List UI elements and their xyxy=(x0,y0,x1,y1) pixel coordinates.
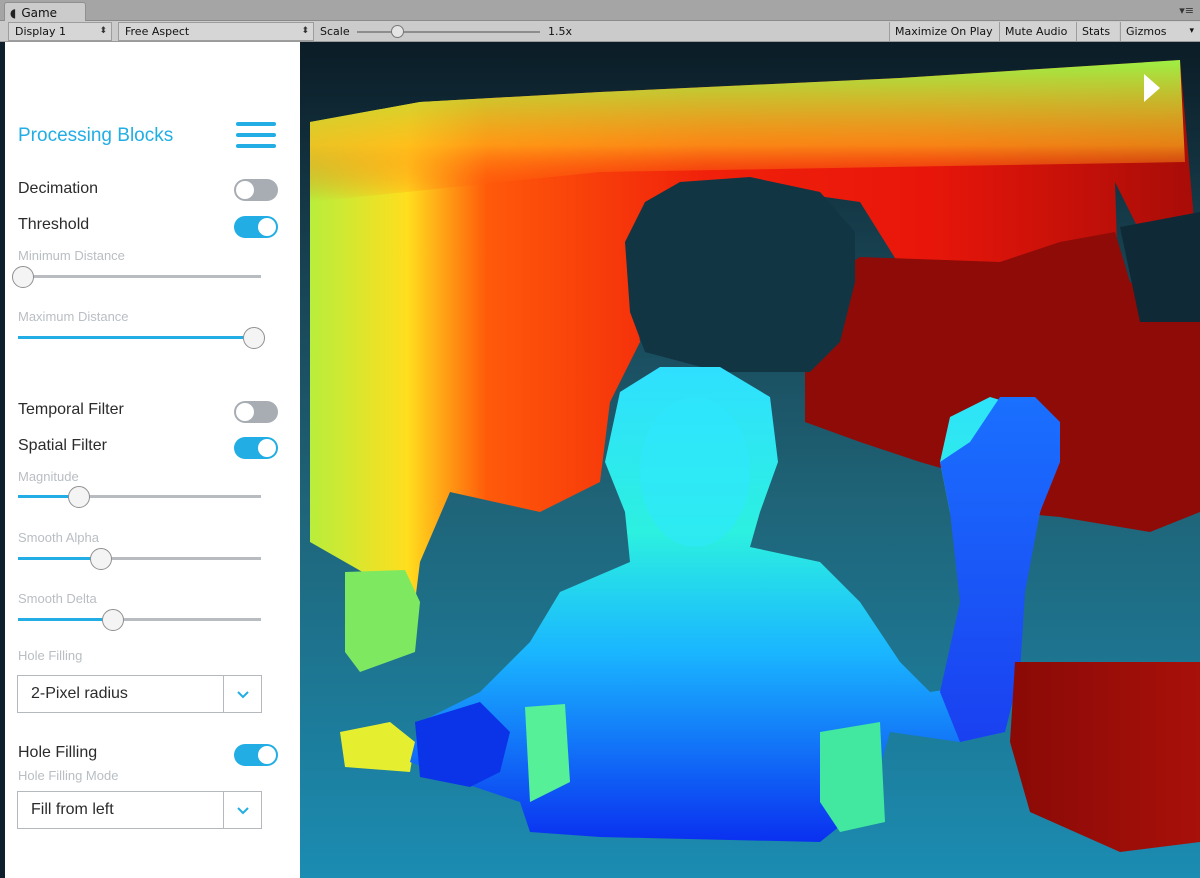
magnitude-slider[interactable] xyxy=(18,486,261,508)
hole-filling-mode-label: Hole Filling Mode xyxy=(18,768,119,783)
gizmos-dropdown[interactable]: Gizmos ▾ xyxy=(1120,22,1200,41)
hole-filling-label: Hole Filling xyxy=(18,744,98,761)
unity-logo-icon: ◖ xyxy=(10,5,17,20)
gizmos-label: Gizmos xyxy=(1126,25,1167,38)
hamburger-menu-icon[interactable] xyxy=(236,122,276,150)
display-dropdown-value: Display 1 xyxy=(15,25,67,38)
minimum-distance-label: Minimum Distance xyxy=(18,248,125,263)
play-icon[interactable] xyxy=(1144,74,1160,102)
spatial-hole-filling-label: Hole Filling xyxy=(18,648,83,663)
smooth-alpha-label: Smooth Alpha xyxy=(18,530,99,545)
game-tab-label: Game xyxy=(21,5,58,20)
display-dropdown[interactable]: Display 1 ⬍ xyxy=(8,22,112,41)
spatial-hole-filling-dropdown[interactable]: 2-Pixel radius xyxy=(17,675,262,713)
maximum-distance-label: Maximum Distance xyxy=(18,309,129,324)
smooth-delta-label: Smooth Delta xyxy=(18,591,97,606)
spatial-filter-label: Spatial Filter xyxy=(18,437,107,454)
hole-filling-toggle[interactable] xyxy=(234,744,278,766)
temporal-filter-toggle[interactable] xyxy=(234,401,278,423)
threshold-toggle[interactable] xyxy=(234,216,278,238)
spatial-hole-filling-value: 2-Pixel radius xyxy=(31,685,128,702)
decimation-label: Decimation xyxy=(18,180,99,197)
scale-slider-track[interactable] xyxy=(357,31,540,33)
aspect-dropdown[interactable]: Free Aspect ⬍ xyxy=(118,22,314,41)
scale-slider-handle[interactable] xyxy=(391,25,404,38)
chevron-down-icon xyxy=(237,691,249,699)
processing-blocks-panel: Processing Blocks Decimation Threshold M… xyxy=(5,42,300,878)
hole-filling-mode-value: Fill from left xyxy=(31,801,114,818)
game-view[interactable]: Processing Blocks Decimation Threshold M… xyxy=(0,42,1200,878)
editor-tab-bar: ◖ Game ▾≡ xyxy=(0,0,1200,22)
spatial-filter-toggle[interactable] xyxy=(234,437,278,459)
decimation-toggle[interactable] xyxy=(234,179,278,201)
minimum-distance-slider[interactable] xyxy=(12,266,261,288)
panel-title: Processing Blocks xyxy=(18,125,174,146)
magnitude-label: Magnitude xyxy=(18,469,79,484)
chevron-down-icon xyxy=(237,807,249,815)
scale-label: Scale xyxy=(320,25,350,38)
smooth-alpha-slider[interactable] xyxy=(18,548,261,570)
mute-audio-button[interactable]: Mute Audio xyxy=(999,22,1076,41)
updown-arrow-icon: ⬍ xyxy=(99,26,107,36)
threshold-label: Threshold xyxy=(18,216,90,233)
stats-button[interactable]: Stats xyxy=(1076,22,1119,41)
hole-filling-mode-dropdown[interactable]: Fill from left xyxy=(17,791,262,829)
game-view-toolbar: Display 1 ⬍ Free Aspect ⬍ Scale 1.5x Max… xyxy=(0,21,1200,42)
depth-camera-image xyxy=(300,42,1200,878)
dropdown-arrow-icon: ▾ xyxy=(1189,26,1194,36)
maximize-on-play-button[interactable]: Maximize On Play xyxy=(889,22,999,41)
game-tab[interactable]: ◖ Game xyxy=(4,2,86,22)
smooth-delta-slider[interactable] xyxy=(18,609,261,631)
aspect-dropdown-value: Free Aspect xyxy=(125,25,190,38)
temporal-filter-label: Temporal Filter xyxy=(18,401,124,418)
tab-menu-icon[interactable]: ▾≡ xyxy=(1179,4,1194,17)
scale-value: 1.5x xyxy=(548,25,573,38)
maximum-distance-slider[interactable] xyxy=(18,327,265,349)
updown-arrow-icon: ⬍ xyxy=(301,26,309,36)
